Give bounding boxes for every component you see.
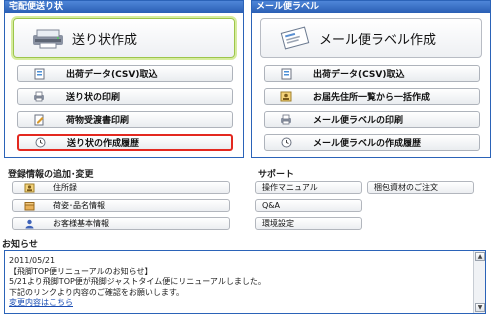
printer-icon	[32, 91, 46, 103]
address-book-icon	[23, 183, 35, 193]
printer-large-icon	[28, 25, 68, 51]
news-body-line-1: 5/21より飛脚TOP便が飛脚ジャストタイム便にリニューアルしました。	[9, 277, 266, 286]
mail-csv-import-label: 出荷データ(CSV)取込	[313, 70, 405, 80]
order-packing-materials-label: 梱包資材のご注文	[374, 183, 438, 192]
csv-import-icon	[279, 68, 293, 80]
create-waybill-button[interactable]: 送り状作成	[13, 18, 235, 58]
mail-label-panel: メール便ラベル メール便ラベル作成 出荷データ(CSV)取込 お届先住所一覧から…	[251, 0, 491, 158]
waybill-print-button[interactable]: 送り状の印刷	[17, 88, 233, 105]
address-book-icon	[279, 91, 293, 103]
delivery-receipt-print-button[interactable]: 荷物受渡書印刷	[17, 111, 233, 128]
waybill-csv-import-button[interactable]: 出荷データ(CSV)取込	[17, 65, 233, 82]
create-mail-label-label: メール便ラベル作成	[319, 32, 437, 48]
package-icon	[23, 201, 35, 211]
operation-manual-button[interactable]: 操作マニュアル	[255, 181, 362, 194]
support-section-title: サポート	[258, 170, 295, 180]
scroll-up-icon[interactable]: ▲	[475, 252, 485, 261]
faq-button[interactable]: Q&A	[255, 199, 362, 212]
settings-button[interactable]: 環境設定	[255, 217, 362, 230]
create-waybill-label: 送り状作成	[72, 32, 138, 48]
package-item-info-button[interactable]: 荷姿･品名情報	[12, 199, 230, 212]
news-scrollbar[interactable]: ▲ ▼	[473, 251, 485, 313]
customer-info-label: お客様基本情報	[53, 219, 109, 228]
address-book-label: 住所録	[53, 183, 77, 192]
printer-icon	[279, 114, 293, 126]
bulk-create-from-address-label: お届先住所一覧から一括作成	[313, 93, 431, 103]
order-packing-materials-button[interactable]: 梱包資材のご注文	[367, 181, 474, 194]
waybill-print-label: 送り状の印刷	[66, 93, 121, 103]
address-book-button[interactable]: 住所録	[12, 181, 230, 194]
mail-label-print-button[interactable]: メール便ラベルの印刷	[264, 111, 480, 128]
news-box[interactable]: 2011/05/21 【飛脚TOP便リニューアルのお知らせ】 5/21より飛脚T…	[4, 250, 486, 314]
waybill-history-label: 送り状の作成履歴	[67, 139, 140, 149]
person-icon	[23, 219, 35, 229]
document-edit-icon	[32, 114, 46, 126]
waybill-history-button[interactable]: 送り状の作成履歴	[17, 134, 233, 151]
bulk-create-from-address-button[interactable]: お届先住所一覧から一括作成	[264, 88, 480, 105]
mail-label-large-icon	[275, 25, 315, 51]
registration-section-title: 登録情報の追加･変更	[8, 170, 94, 180]
news-date: 2011/05/21	[9, 256, 56, 265]
customer-info-button[interactable]: お客様基本情報	[12, 217, 230, 230]
scroll-down-icon[interactable]: ▼	[475, 303, 485, 312]
package-item-info-label: 荷姿･品名情報	[53, 201, 105, 210]
waybill-panel: 宅配便送り状 送り状作成 出荷データ(CSV)取込 送り状の印刷 荷物受渡書印刷…	[4, 0, 244, 158]
mail-label-print-label: メール便ラベルの印刷	[313, 116, 404, 126]
news-content: 2011/05/21 【飛脚TOP便リニューアルのお知らせ】 5/21より飛脚T…	[9, 256, 266, 309]
news-body-line-2: 下記のリンクより内容のご確認をお願いします。	[9, 287, 185, 297]
mail-label-history-button[interactable]: メール便ラベルの作成履歴	[264, 134, 480, 151]
news-headline: 【飛脚TOP便リニューアルのお知らせ】	[9, 266, 153, 276]
waybill-csv-import-label: 出荷データ(CSV)取込	[66, 70, 158, 80]
news-link[interactable]: 変更内容はこちら	[9, 298, 73, 307]
faq-label: Q&A	[262, 201, 281, 210]
clock-icon	[279, 137, 293, 149]
settings-label: 環境設定	[262, 219, 294, 228]
create-mail-label-button[interactable]: メール便ラベル作成	[260, 18, 482, 58]
clock-icon	[33, 137, 47, 149]
waybill-panel-header: 宅配便送り状	[5, 1, 243, 13]
mail-label-history-label: メール便ラベルの作成履歴	[313, 139, 422, 149]
delivery-receipt-print-label: 荷物受渡書印刷	[66, 116, 130, 126]
news-title: お知らせ	[2, 240, 38, 250]
mail-label-panel-header: メール便ラベル	[252, 1, 490, 13]
mail-csv-import-button[interactable]: 出荷データ(CSV)取込	[264, 65, 480, 82]
operation-manual-label: 操作マニュアル	[262, 183, 318, 192]
csv-import-icon	[32, 68, 46, 80]
